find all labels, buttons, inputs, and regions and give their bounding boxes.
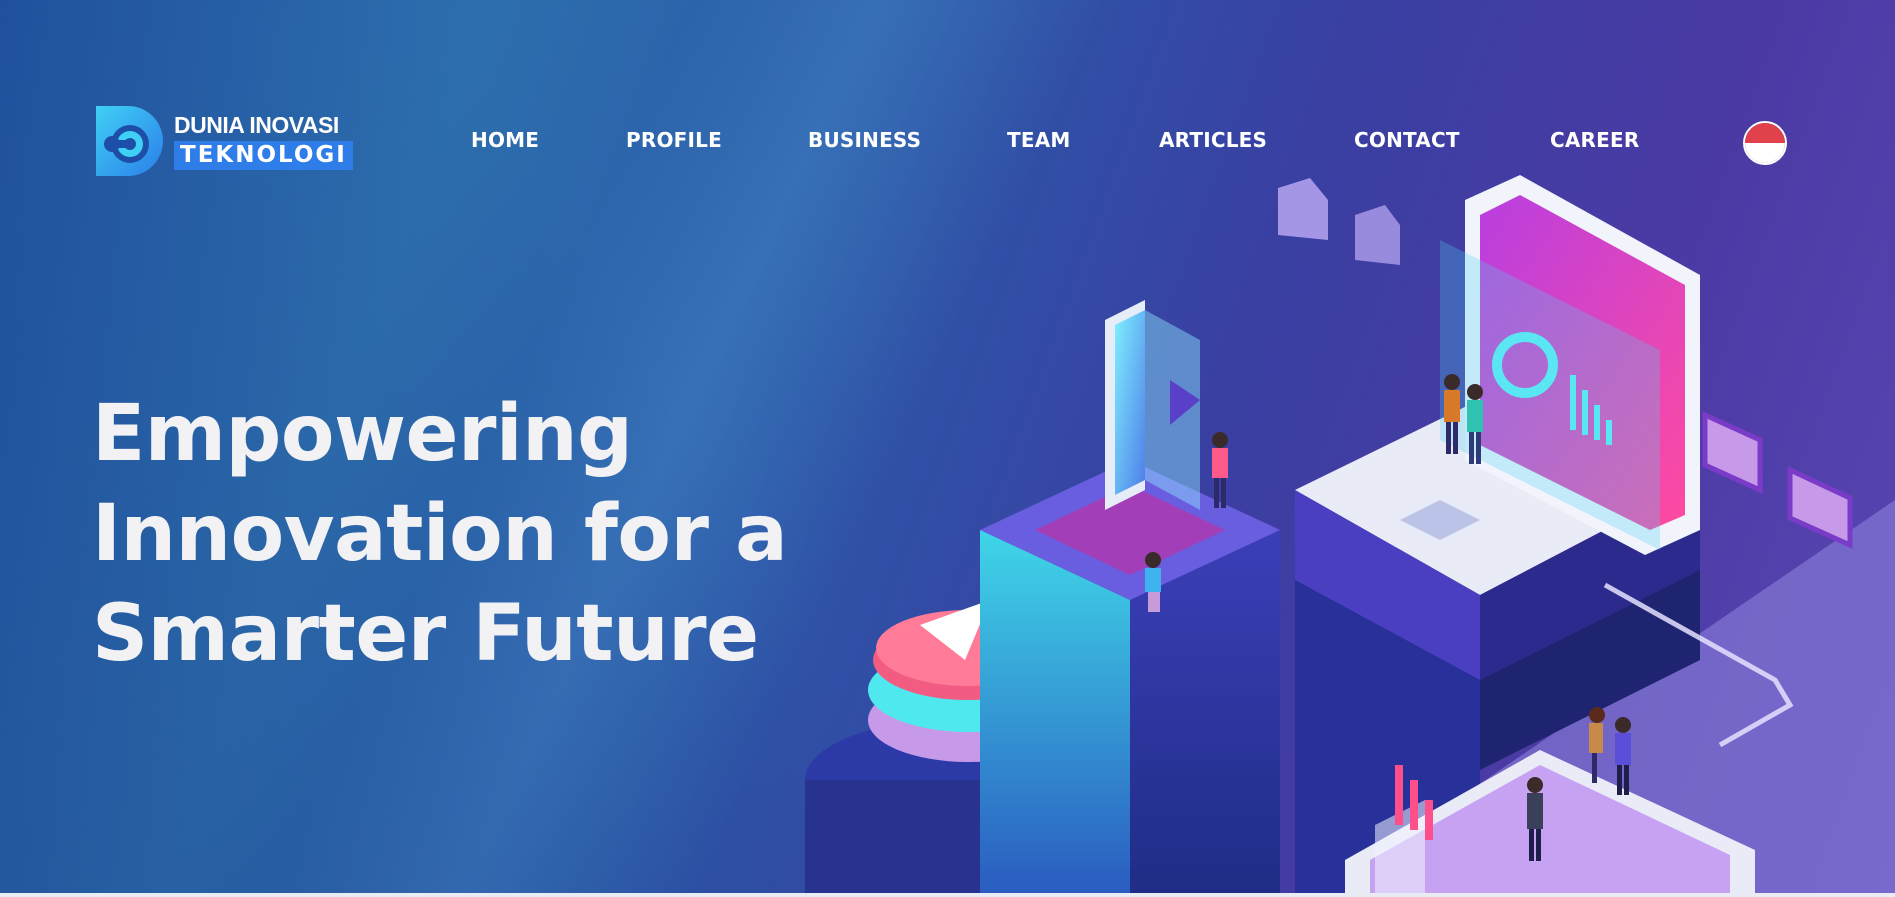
isometric-tech-illustration [805,175,1895,893]
indonesia-flag-icon[interactable] [1743,121,1787,165]
bottom-edge [0,893,1895,897]
nav-articles[interactable]: ARTICLES [1159,128,1267,152]
film-strip-icon [1702,411,1763,494]
nav-team[interactable]: TEAM [1007,128,1071,152]
film-strip-icon-2 [1787,466,1853,549]
headline-line-2: Innovation for a [92,489,788,579]
nav-business[interactable]: BUSINESS [808,128,921,152]
headline-line-3: Smarter Future [92,589,759,679]
hero-headline: Empowering Innovation for a Smarter Futu… [92,384,812,684]
nav-career[interactable]: CAREER [1550,128,1639,152]
document-icon-2 [1355,205,1400,265]
headline-line-1: Empowering [92,389,633,479]
main-nav: HOME PROFILE BUSINESS TEAM ARTICLES CONT… [0,128,1895,156]
nav-contact[interactable]: CONTACT [1354,128,1460,152]
flag-red-stripe [1745,123,1785,143]
nav-home[interactable]: HOME [471,128,539,152]
document-icon [1278,178,1328,240]
nav-profile[interactable]: PROFILE [626,128,722,152]
